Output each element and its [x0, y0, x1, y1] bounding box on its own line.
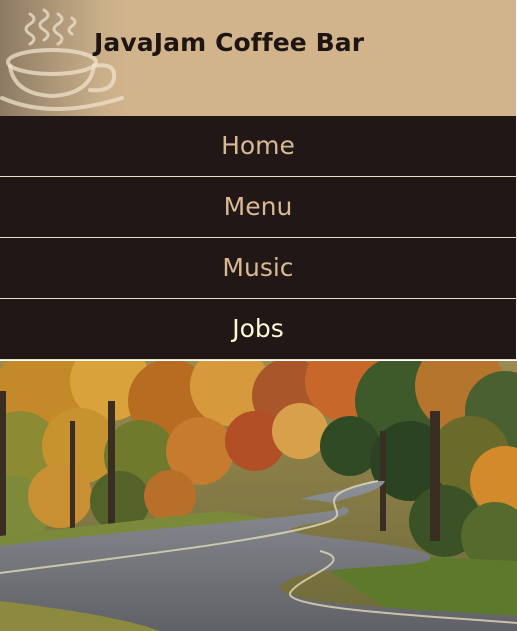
nav-link-home[interactable]: Home — [0, 116, 516, 177]
winding-road-autumn-forest — [0, 361, 517, 631]
nav-item-menu: Menu — [0, 177, 516, 238]
site-header: JavaJam Coffee Bar — [0, 0, 516, 116]
page: JavaJam Coffee Bar Home Menu Music Jobs — [0, 0, 517, 631]
nav-list: Home Menu Music Jobs — [0, 116, 516, 360]
logo — [0, 0, 132, 116]
site-title: JavaJam Coffee Bar — [94, 28, 365, 57]
nav-link-jobs[interactable]: Jobs — [0, 299, 516, 360]
nav-item-home: Home — [0, 116, 516, 177]
coffee-cup-icon — [0, 8, 124, 111]
nav-link-music[interactable]: Music — [0, 238, 516, 299]
nav-item-music: Music — [0, 238, 516, 299]
nav-item-jobs: Jobs — [0, 299, 516, 360]
hero-image — [0, 361, 517, 631]
nav-link-menu[interactable]: Menu — [0, 177, 516, 238]
